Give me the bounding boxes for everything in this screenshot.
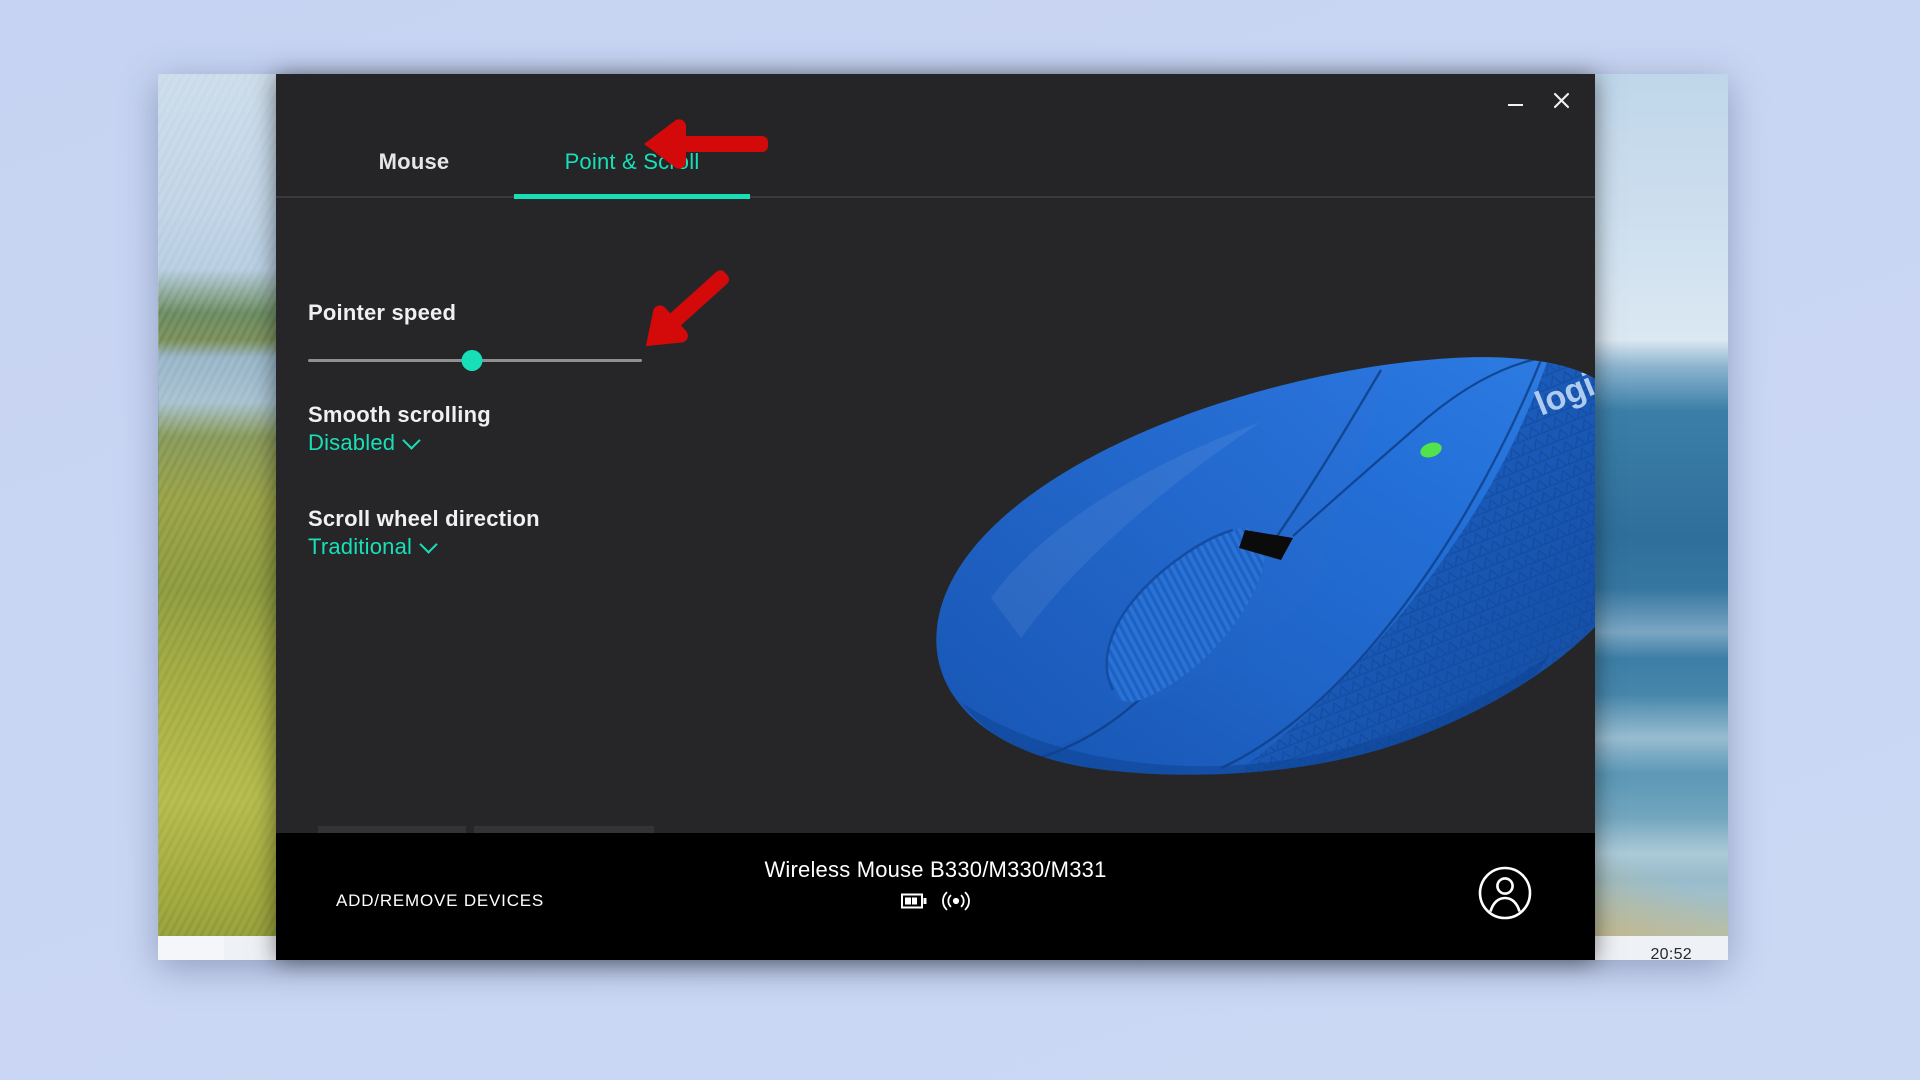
mouse-body (936, 357, 1595, 775)
mouse-led-indicator (1420, 442, 1442, 458)
logitech-logo-text: logi (1530, 366, 1595, 424)
close-icon (1553, 92, 1569, 108)
pointer-speed-slider-thumb[interactable] (461, 350, 483, 371)
tab-bar: Mouse Point & Scroll (276, 126, 1595, 198)
taskbar-clock: 20:52 (1650, 946, 1692, 960)
smooth-scrolling-dropdown[interactable]: Disabled (308, 430, 421, 456)
wireless-signal-icon (941, 891, 970, 911)
minimize-icon (1507, 104, 1523, 106)
scroll-wheel-direction-dropdown[interactable]: Traditional (308, 534, 438, 560)
device-footer-bar: ADD/REMOVE DEVICES Wireless Mouse B330/M… (276, 833, 1595, 960)
mouse-wheel-slot (1239, 530, 1293, 560)
account-avatar-icon[interactable] (1477, 865, 1533, 921)
mouse-right-side-panel (1237, 361, 1595, 775)
device-name-label: Wireless Mouse B330/M330/M331 (764, 857, 1107, 882)
window-titlebar (276, 74, 1595, 130)
smooth-scrolling-value: Disabled (308, 430, 396, 455)
settings-content-panel: Pointer speed Smooth scrolling Disabled … (276, 200, 1595, 939)
pointer-speed-label: Pointer speed (308, 300, 457, 325)
mouse-grip-texture (1237, 361, 1595, 775)
mouse-scroll-wheel (1105, 528, 1265, 703)
chevron-down-icon (402, 430, 421, 450)
tab-point-and-scroll[interactable]: Point & Scroll (514, 126, 750, 198)
wallpaper-left-lagoon-region (158, 74, 278, 960)
tab-active-indicator (514, 194, 750, 199)
logitech-options-window: Mouse Point & Scroll Pointer speed Smoot… (276, 74, 1595, 960)
mouse-product-image: logi (936, 357, 1595, 775)
battery-icon (900, 893, 926, 909)
minimize-button[interactable] (1493, 74, 1537, 126)
mouse-left-button (937, 366, 1389, 748)
taskbar-left-area (158, 936, 224, 960)
tab-mouse[interactable]: Mouse (314, 126, 514, 198)
close-button[interactable] (1539, 74, 1583, 126)
tab-underline-track (276, 196, 1595, 198)
scroll-wheel-direction-label: Scroll wheel direction (308, 506, 540, 531)
active-device-block: Wireless Mouse B330/M330/M331 (276, 857, 1595, 911)
chevron-down-icon (419, 534, 438, 554)
pointer-speed-slider[interactable] (308, 348, 642, 374)
device-status-icons (900, 891, 971, 911)
smooth-scrolling-label: Smooth scrolling (308, 402, 491, 427)
scroll-wheel-direction-value: Traditional (308, 534, 413, 559)
